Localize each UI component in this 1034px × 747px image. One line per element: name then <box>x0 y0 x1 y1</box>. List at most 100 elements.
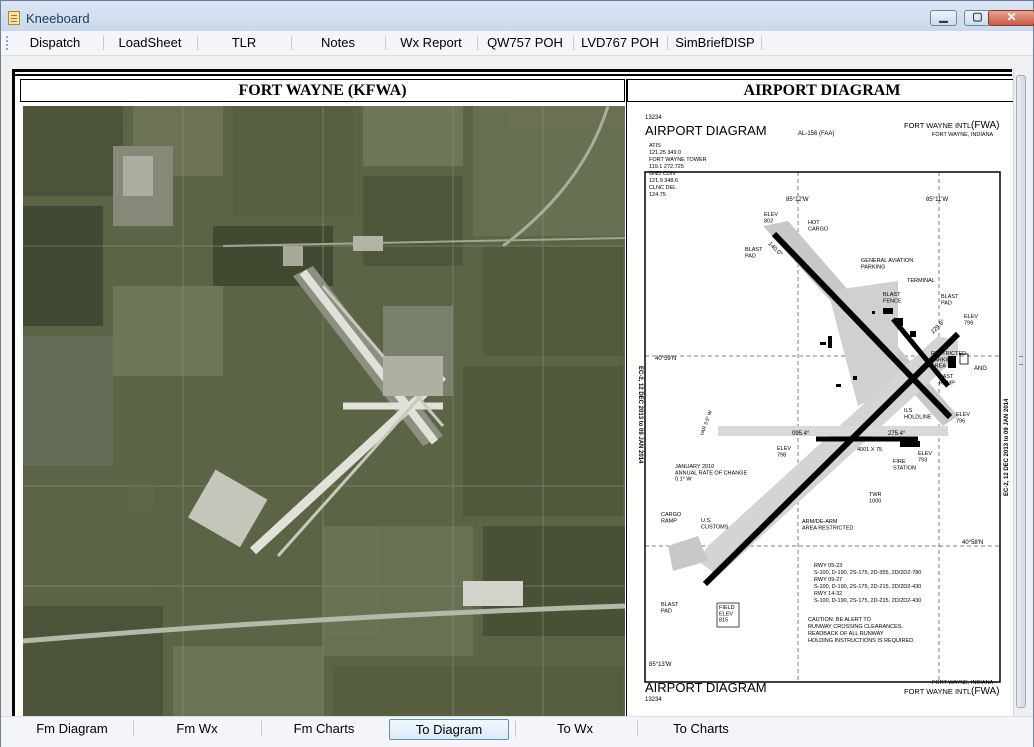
variation-label: VAR 3.9° W <box>699 410 714 437</box>
general-aviation-label: GENERAL AVIATION PARKING <box>861 258 913 270</box>
frequency-list: ATIS 121.25 349.0 FORT WAYNE TOWER 119.1… <box>649 143 707 198</box>
runway-note-line: RWY 09-27 <box>814 577 842 583</box>
fire-station-label: FIRE STATION <box>893 459 916 471</box>
footer-airport-name: FORT WAYNE INTL <box>904 687 971 696</box>
diagram-city: FORT WAYNE, INDIANA <box>932 132 994 138</box>
field-elev-label: FIELD ELEV 815 <box>719 605 735 624</box>
lon-label-bottom: 85°13'W <box>649 662 672 668</box>
diagram-panel-title: AIRPORT DIAGRAM <box>627 79 1017 102</box>
freq-line: 124.75 <box>649 192 666 198</box>
window-title: Kneeboard <box>26 11 90 26</box>
fm-diagram-button[interactable]: Fm Diagram <box>15 719 129 740</box>
fm-wx-button[interactable]: Fm Wx <box>137 719 257 740</box>
qw757-poh-button[interactable]: QW757 POH <box>481 34 569 52</box>
diagram-airport-code: (FWA) <box>971 120 1000 131</box>
maximize-icon: ▢ <box>972 11 983 23</box>
ang-label: ANG <box>974 366 987 372</box>
blast-pad-ne-label: BLAST PAD <box>941 294 959 306</box>
freq-line: CLNC DEL <box>649 185 676 191</box>
toolbar-separator <box>477 36 478 50</box>
lon-label-left: 85°12'W <box>786 197 809 203</box>
footer-airport-code: (FWA) <box>971 686 1000 697</box>
bottom-toolbar: Fm Diagram Fm Wx Fm Charts To Diagram To… <box>1 716 1033 747</box>
side-validity-right: EC-2, 12 DEC 2013 to 09 JAN 2014 <box>1004 398 1010 496</box>
side-validity-left: EC-2, 12 DEC 2013 to 09 JAN 2014 <box>637 366 643 464</box>
diagram-al-code: AL-156 (FAA) <box>798 131 834 137</box>
toolbar-separator <box>103 36 104 50</box>
lat-label-mid: 40°59'N <box>655 356 676 362</box>
caution-line: READBACK OF ALL RUNWAY <box>808 631 884 637</box>
toolbar-separator <box>197 36 198 50</box>
blast-fence-label: BLAST FENCE <box>883 292 902 304</box>
bottom-separator <box>515 721 516 737</box>
toolbar-separator <box>385 36 386 50</box>
freq-line: FORT WAYNE TOWER <box>649 157 707 163</box>
diagram-title: AIRPORT DIAGRAM <box>645 123 767 138</box>
vertical-scrollbar[interactable] <box>1013 69 1028 716</box>
toolbar-separator <box>291 36 292 50</box>
elev-798-label: ELEV 798 <box>777 446 791 458</box>
footer-doc-number: 13234 <box>645 697 662 703</box>
satellite-panel-title: FORT WAYNE (KFWA) <box>20 79 625 102</box>
caution-line: HOLDING INSTRUCTIONS IS REQUIRED. <box>808 638 915 644</box>
diagram-doc-number: 13234 <box>645 115 662 121</box>
toolbar-separator <box>761 36 762 50</box>
notes-button[interactable]: Notes <box>295 34 381 52</box>
freq-line: 121.9 348.6 <box>649 178 678 184</box>
title-bar[interactable]: Kneeboard ▁ ▢ ✕ <box>1 1 1034 34</box>
elev-802-label: ELEV 802 <box>764 212 778 224</box>
variation-note: JANUARY 2010 ANNUAL RATE OF CHANGE 0.1° W <box>675 464 747 483</box>
scrollbar-thumb[interactable] <box>1016 75 1026 708</box>
twr-label: TWR 1000 <box>869 492 882 504</box>
lon-label-right: 85°11'W <box>926 197 948 203</box>
minimize-button[interactable]: ▁ <box>930 10 957 26</box>
arm-area-label: ARM/DE-ARM AREA RESTRICTED <box>802 519 853 531</box>
bottom-separator <box>637 721 638 737</box>
runway-note-line: RWY 05-23 <box>814 563 842 569</box>
footer-title: AIRPORT DIAGRAM <box>645 680 767 695</box>
notepad-icon <box>8 11 20 25</box>
heading-095-label: 095.4° <box>792 431 810 437</box>
caution-line: RUNWAY CROSSING CLEARANCES. <box>808 624 903 630</box>
to-charts-button[interactable]: To Charts <box>641 719 761 740</box>
lat-label-bottom: 40°58'N <box>962 540 983 546</box>
wx-report-button[interactable]: Wx Report <box>389 34 473 52</box>
top-toolbar: Dispatch LoadSheet TLR Notes Wx Report Q… <box>1 31 1033 56</box>
heading-275-label: 275.4° <box>888 431 906 437</box>
runway-dims-label: 4001 X 75 <box>857 447 882 453</box>
lvd767-poh-button[interactable]: LVD767 POH <box>577 34 663 52</box>
terminal-label: TERMINAL <box>907 278 935 284</box>
airport-diagram-graphic: 13234 AIRPORT DIAGRAM AL-156 (FAA) FORT … <box>637 115 1010 703</box>
airport-diagram: 13234 AIRPORT DIAGRAM AL-156 (FAA) FORT … <box>628 106 1015 718</box>
kneeboard-content: FORT WAYNE (KFWA) AIRPORT DIAGRAM 13234 … <box>12 69 1017 719</box>
heading-229-label: 229.6° <box>930 318 947 335</box>
satellite-image <box>23 106 625 718</box>
fm-charts-button[interactable]: Fm Charts <box>265 719 383 740</box>
freq-line: 121.25 349.0 <box>649 150 681 156</box>
east-ramp-label: EAST RAMP <box>939 374 955 386</box>
satellite-graphic <box>23 106 625 718</box>
dispatch-button[interactable]: Dispatch <box>14 34 96 52</box>
runway-note-line: RWY 14-32 <box>814 591 842 597</box>
freq-line: GND CON <box>649 171 675 177</box>
close-button[interactable]: ✕ <box>988 10 1034 26</box>
to-wx-button[interactable]: To Wx <box>519 719 631 740</box>
blast-pad-nw-label: BLAST PAD <box>745 247 763 259</box>
runway-note-line: S-100, D-190, 2S-175, 2D-215, 2D/2D2-430 <box>814 598 921 604</box>
bottom-separator <box>261 721 262 737</box>
toolbar-grip-icon[interactable] <box>6 36 10 50</box>
runway-notes: RWY 05-23 S-100, D-190, 2S-175, 2D-355, … <box>814 563 921 604</box>
close-icon: ✕ <box>1006 10 1017 24</box>
caution-notes: CAUTION: BE ALERT TO RUNWAY CROSSING CLE… <box>808 617 915 644</box>
simbrief-disp-button[interactable]: SimBriefDISP <box>671 34 759 52</box>
elev-796-label: ELEV 796 <box>956 412 970 424</box>
bottom-separator <box>133 721 134 737</box>
runway-note-line: S-100, D-190, 2S-175, 2D-355, 2D/2D2-780 <box>814 570 921 576</box>
loadsheet-button[interactable]: LoadSheet <box>107 34 193 52</box>
tlr-button[interactable]: TLR <box>201 34 287 52</box>
minimize-icon: ▁ <box>939 11 948 23</box>
maximize-button[interactable]: ▢ <box>964 10 991 26</box>
to-diagram-button[interactable]: To Diagram <box>389 719 509 740</box>
blast-pad-sw-label: BLAST PAD <box>661 602 679 614</box>
elev-799-label: ELEV 799 <box>964 314 978 326</box>
